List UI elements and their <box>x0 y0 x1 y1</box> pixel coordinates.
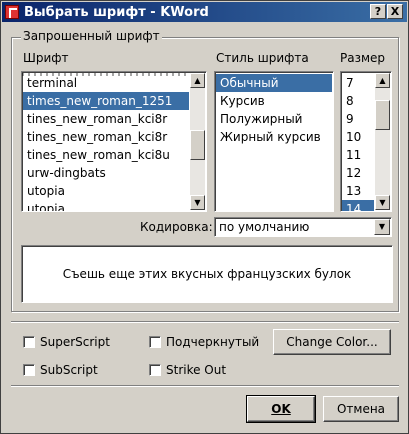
style-list-item[interactable]: Полужирный <box>216 110 332 128</box>
strikeout-checkbox[interactable]: Strike Out <box>149 363 226 377</box>
superscript-checkbox[interactable]: SuperScript <box>23 335 110 349</box>
underline-checkbox[interactable]: Подчеркнутый <box>149 335 259 349</box>
font-size-list[interactable]: 7 8 9 10 11 12 13 14 ▲ ▼ <box>340 71 392 212</box>
font-list-item[interactable]: tines_new_roman_kci8r <box>23 110 189 128</box>
size-list-item[interactable]: 9 <box>342 110 374 128</box>
underline-label: Подчеркнутый <box>166 335 260 349</box>
window-title: Выбрать шрифт - KWord <box>24 4 209 20</box>
font-dialog: Выбрать шрифт - KWord ? X Запрошенный шр… <box>0 0 409 434</box>
scroll-thumb[interactable] <box>375 99 390 130</box>
size-items: 7 8 9 10 11 12 13 14 <box>342 74 374 211</box>
subscript-label: SubScript <box>40 363 98 377</box>
size-list-item[interactable]: 8 <box>342 92 374 110</box>
style-list-header: Стиль шрифта <box>216 51 309 65</box>
font-style-list[interactable]: Обычный Курсив Полужирный Жирный курсив <box>214 71 334 212</box>
cancel-button[interactable]: Отмена <box>323 396 399 422</box>
scroll-down-arrow-icon[interactable]: ▼ <box>375 195 390 210</box>
encoding-label: Кодировка: <box>140 220 213 234</box>
font-list-item[interactable]: tines_new_roman_kci8u <box>23 146 189 164</box>
scroll-up-arrow-icon[interactable]: ▲ <box>375 73 390 88</box>
size-list-item[interactable]: 7 <box>342 74 374 92</box>
preview-text: Съешь еще этих вкусных французских булок <box>62 267 352 281</box>
checkbox-box[interactable] <box>23 364 35 376</box>
group-label: Запрошенный шрифт <box>21 29 162 43</box>
separator <box>11 321 399 323</box>
size-list-item[interactable]: 11 <box>342 146 374 164</box>
font-list-item[interactable]: terminal <box>23 74 189 92</box>
subscript-checkbox[interactable]: SubScript <box>23 363 98 377</box>
font-list-item[interactable]: times_new_roman_1251 <box>23 92 189 110</box>
size-list-header: Размер <box>340 51 386 65</box>
change-color-button[interactable]: Change Color... <box>273 329 391 355</box>
font-list-item[interactable]: utopia <box>23 182 189 200</box>
style-list-item[interactable]: Жирный курсив <box>216 128 332 146</box>
font-list-scrollbar[interactable]: ▲ ▼ <box>190 73 205 210</box>
kword-app-icon <box>5 5 19 19</box>
separator <box>11 385 399 387</box>
checkbox-box[interactable] <box>149 364 161 376</box>
help-button[interactable]: ? <box>370 4 386 19</box>
style-list-item[interactable]: Курсив <box>216 92 332 110</box>
size-list-item[interactable]: 10 <box>342 128 374 146</box>
font-list-item[interactable]: utopia <box>23 200 189 211</box>
style-list-item[interactable]: Обычный <box>216 74 332 92</box>
checkbox-box[interactable] <box>149 336 161 348</box>
checkbox-box[interactable] <box>23 336 35 348</box>
font-family-list[interactable]: terminal times_new_roman_1251 tines_new_ro… <box>21 71 207 212</box>
scroll-thumb[interactable] <box>190 130 205 161</box>
title-bar[interactable]: Выбрать шрифт - KWord ? X <box>2 2 407 22</box>
scroll-down-arrow-icon[interactable]: ▼ <box>190 195 205 210</box>
scroll-up-arrow-icon[interactable]: ▲ <box>190 73 205 88</box>
cancel-label: Отмена <box>336 402 386 416</box>
size-list-item[interactable]: 12 <box>342 164 374 182</box>
size-list-scrollbar[interactable]: ▲ ▼ <box>375 73 390 210</box>
strikeout-label: Strike Out <box>166 363 227 377</box>
font-items: terminal times_new_roman_1251 tines_new_ro… <box>23 74 189 211</box>
encoding-select[interactable]: по умолчанию ▼ <box>214 217 392 237</box>
font-list-header: Шрифт <box>23 51 69 65</box>
ok-label: OK <box>271 402 291 416</box>
size-list-item[interactable]: 14 <box>342 200 374 211</box>
font-list-item[interactable]: urw-dingbats <box>23 164 189 182</box>
font-preview: Съешь еще этих вкусных французских булок <box>21 245 393 303</box>
chevron-down-icon[interactable]: ▼ <box>374 219 390 235</box>
ok-button[interactable]: OK <box>246 395 316 423</box>
style-items: Обычный Курсив Полужирный Жирный курсив <box>216 74 332 146</box>
encoding-value: по умолчанию <box>219 220 310 234</box>
close-button[interactable]: X <box>387 4 403 19</box>
superscript-label: SuperScript <box>40 335 110 349</box>
size-list-item[interactable]: 13 <box>342 182 374 200</box>
font-list-item[interactable]: tines_new_roman_kci8r <box>23 128 189 146</box>
